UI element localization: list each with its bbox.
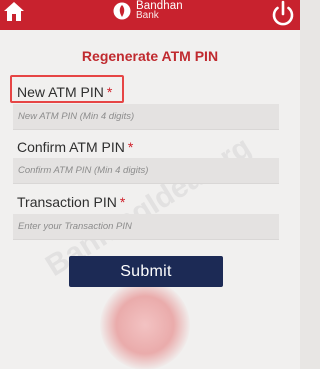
required-mark: *	[127, 139, 134, 155]
page-title: Regenerate ATM PIN	[81, 48, 219, 64]
required-mark: *	[119, 194, 126, 210]
app-header: Bandhan Bank	[0, 0, 300, 30]
bank-brand: Bandhan Bank	[113, 0, 183, 26]
new-atm-pin-input[interactable]	[13, 104, 279, 130]
new-atm-pin-label-text: New ATM PIN	[17, 84, 104, 100]
required-mark: *	[106, 84, 113, 100]
regenerate-pin-page: BankingIdea.org Regenerate ATM PIN New A…	[0, 30, 300, 369]
power-icon	[272, 0, 294, 26]
confirm-atm-pin-label: Confirm ATM PIN *	[17, 139, 133, 155]
confirm-atm-pin-label-text: Confirm ATM PIN	[17, 139, 125, 155]
brand-subtitle: Bank	[136, 10, 159, 21]
new-atm-pin-label: New ATM PIN *	[17, 84, 112, 100]
logout-button[interactable]	[268, 0, 298, 28]
submit-button[interactable]: Submit	[69, 256, 223, 287]
background-logo-watermark	[100, 280, 190, 369]
home-button[interactable]	[0, 0, 28, 22]
transaction-pin-label-text: Transaction PIN	[17, 194, 117, 210]
confirm-atm-pin-input[interactable]	[13, 158, 279, 184]
bandhan-logo-icon	[113, 2, 131, 20]
transaction-pin-input[interactable]	[13, 214, 279, 240]
transaction-pin-label: Transaction PIN *	[17, 194, 125, 210]
home-icon	[4, 2, 24, 21]
